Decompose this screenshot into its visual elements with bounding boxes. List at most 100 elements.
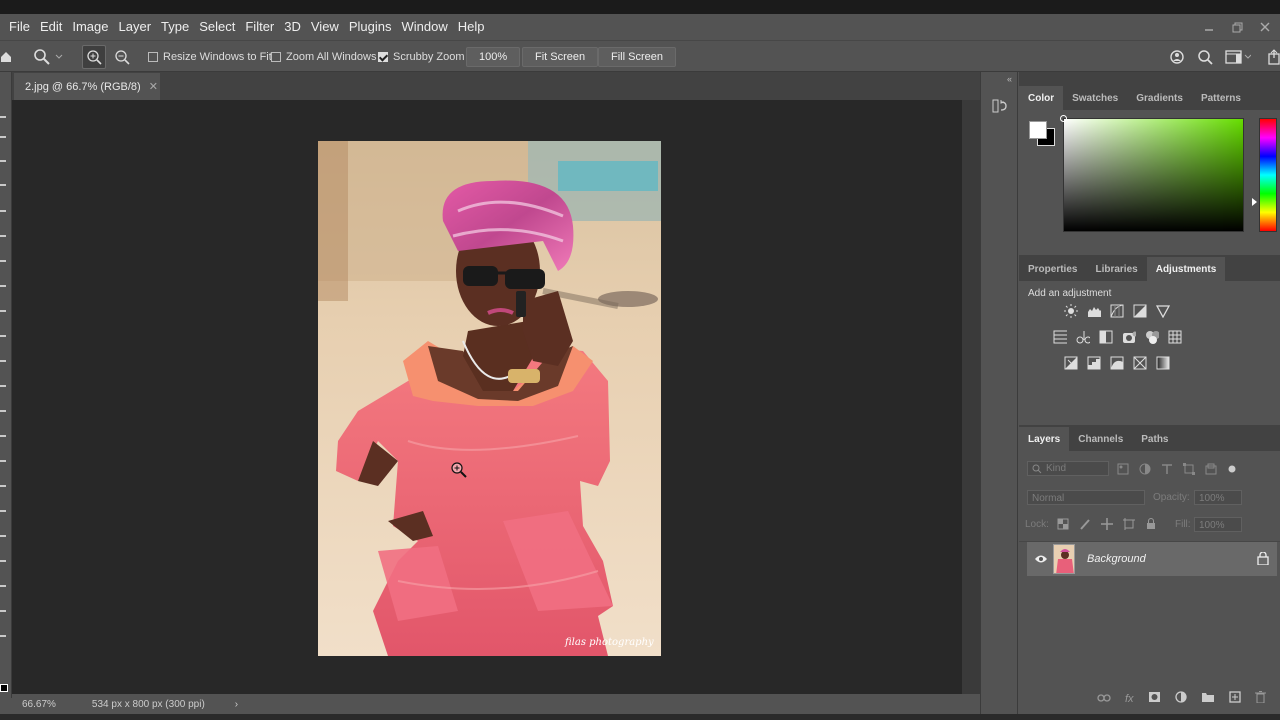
history-icon[interactable] — [992, 98, 1008, 117]
zoom-in-icon[interactable] — [82, 44, 106, 69]
eraser-tool-icon[interactable] — [0, 385, 6, 387]
edit-toolbar-icon[interactable] — [0, 635, 6, 637]
hue-slider-handle[interactable] — [1252, 198, 1257, 206]
hand-tool-icon[interactable] — [0, 585, 6, 587]
tools-panel[interactable] — [0, 72, 12, 698]
link-layers-icon[interactable] — [1097, 692, 1111, 706]
layer-name[interactable]: Background — [1087, 553, 1146, 565]
scrubby-zoom-check[interactable] — [378, 51, 388, 62]
filter-pixel-icon[interactable] — [1117, 463, 1129, 478]
delete-layer-icon[interactable] — [1254, 691, 1266, 706]
new-adjustment-layer-icon[interactable] — [1174, 691, 1187, 706]
scrubby-zoom-checkbox[interactable]: Scrubby Zoom — [378, 41, 465, 72]
collapse-panels-icon[interactable]: « — [1007, 74, 1012, 84]
lasso-tool-icon[interactable] — [0, 160, 6, 162]
blend-mode-select[interactable]: Normal — [1027, 490, 1145, 505]
zoom-tool-preset[interactable] — [33, 41, 63, 72]
menu-layer[interactable]: Layer — [114, 14, 157, 40]
filter-shape-icon[interactable] — [1183, 463, 1195, 478]
minimize-icon[interactable] — [1202, 20, 1216, 34]
black-white-icon[interactable] — [1099, 330, 1113, 344]
brightness-icon[interactable] — [1064, 304, 1078, 318]
document-photo[interactable]: filas photography — [318, 141, 661, 656]
share-export-icon[interactable] — [1268, 41, 1280, 72]
zoom-100-button[interactable]: 100% — [466, 46, 521, 67]
menu-filter[interactable]: Filter — [240, 14, 279, 40]
crop-tool-icon[interactable] — [0, 210, 6, 212]
dodge-tool-icon[interactable] — [0, 460, 6, 462]
selective-color-icon[interactable] — [1133, 356, 1147, 370]
history-brush-tool-icon[interactable] — [0, 360, 6, 362]
curves-icon[interactable] — [1110, 304, 1124, 318]
photo-filter-icon[interactable] — [1122, 330, 1136, 344]
tab-gradients[interactable]: Gradients — [1127, 86, 1192, 110]
frame-tool-icon[interactable] — [0, 235, 6, 237]
tab-layers[interactable]: Layers — [1019, 427, 1070, 451]
layer-row-background[interactable]: Background — [1027, 542, 1277, 576]
menu-select[interactable]: Select — [194, 14, 240, 40]
invert-icon[interactable] — [1064, 356, 1078, 370]
resize-windows-check[interactable] — [148, 51, 158, 62]
layer-filter-select[interactable]: Kind — [1027, 461, 1109, 476]
fit-screen-button[interactable]: Fit Screen — [522, 46, 599, 67]
foreground-swatch[interactable] — [0, 684, 8, 692]
close-tab-icon[interactable]: ✕ — [149, 80, 158, 93]
eye-icon[interactable] — [1034, 553, 1048, 567]
workspace-icon[interactable] — [1225, 41, 1251, 72]
hue-slider[interactable] — [1259, 118, 1277, 232]
tab-color[interactable]: Color — [1019, 86, 1064, 110]
tab-swatches[interactable]: Swatches — [1063, 86, 1127, 110]
color-lookup-icon[interactable] — [1168, 330, 1182, 344]
layer-lock-icon[interactable] — [1257, 551, 1269, 568]
color-field[interactable] — [1060, 115, 1244, 232]
resize-windows-checkbox[interactable]: Resize Windows to Fit — [148, 41, 272, 72]
opacity-input[interactable]: 100% — [1194, 490, 1242, 505]
lock-transparent-icon[interactable] — [1057, 518, 1069, 533]
zoom-out-icon[interactable] — [110, 45, 134, 69]
lock-pixels-icon[interactable] — [1079, 518, 1091, 533]
vibrance-icon[interactable] — [1156, 304, 1170, 318]
filter-smartobject-icon[interactable] — [1205, 463, 1217, 478]
menu-3d[interactable]: 3D — [279, 14, 306, 40]
panel-collapse-bar[interactable] — [1019, 72, 1280, 84]
levels-icon[interactable] — [1087, 304, 1101, 318]
posterize-icon[interactable] — [1087, 356, 1101, 370]
path-select-tool-icon[interactable] — [0, 535, 6, 537]
quick-select-tool-icon[interactable] — [0, 184, 6, 186]
gradient-tool-icon[interactable] — [0, 410, 6, 412]
search-icon[interactable] — [1197, 41, 1213, 72]
filter-toggle-icon[interactable] — [1227, 463, 1237, 478]
vertical-scrollbar[interactable] — [962, 100, 980, 694]
color-balance-icon[interactable] — [1076, 330, 1090, 344]
home-icon[interactable] — [0, 41, 12, 72]
marquee-tool-icon[interactable] — [0, 136, 6, 138]
zoom-all-checkbox[interactable]: Zoom All Windows — [271, 41, 376, 72]
status-arrow-icon[interactable]: › — [235, 699, 238, 710]
menu-image[interactable]: Image — [67, 14, 113, 40]
menu-type[interactable]: Type — [156, 14, 194, 40]
move-tool-icon[interactable] — [0, 116, 6, 118]
blur-tool-icon[interactable] — [0, 435, 6, 437]
zoom-tool-sidebar-icon[interactable] — [0, 610, 6, 612]
foreground-color-swatch[interactable] — [1029, 121, 1047, 139]
filter-type-icon[interactable] — [1161, 463, 1173, 478]
tab-paths[interactable]: Paths — [1132, 427, 1177, 451]
share-icon[interactable] — [1169, 41, 1185, 72]
menu-help[interactable]: Help — [453, 14, 490, 40]
filter-adjustment-icon[interactable] — [1139, 463, 1151, 478]
add-mask-icon[interactable] — [1148, 691, 1161, 706]
menu-plugins[interactable]: Plugins — [344, 14, 397, 40]
restore-icon[interactable] — [1230, 20, 1244, 34]
stamp-tool-icon[interactable] — [0, 335, 6, 337]
lock-position-icon[interactable] — [1101, 518, 1113, 533]
fill-input[interactable]: 100% — [1194, 517, 1242, 532]
new-group-icon[interactable] — [1201, 691, 1215, 706]
exposure-icon[interactable] — [1133, 304, 1147, 318]
menu-view[interactable]: View — [306, 14, 344, 40]
menu-window[interactable]: Window — [396, 14, 452, 40]
lock-artboard-icon[interactable] — [1123, 518, 1135, 533]
tab-adjustments[interactable]: Adjustments — [1146, 257, 1226, 281]
tab-libraries[interactable]: Libraries — [1086, 257, 1146, 281]
menu-edit[interactable]: Edit — [35, 14, 67, 40]
document-tab[interactable]: 2.jpg @ 66.7% (RGB/8) ✕ — [14, 73, 160, 100]
